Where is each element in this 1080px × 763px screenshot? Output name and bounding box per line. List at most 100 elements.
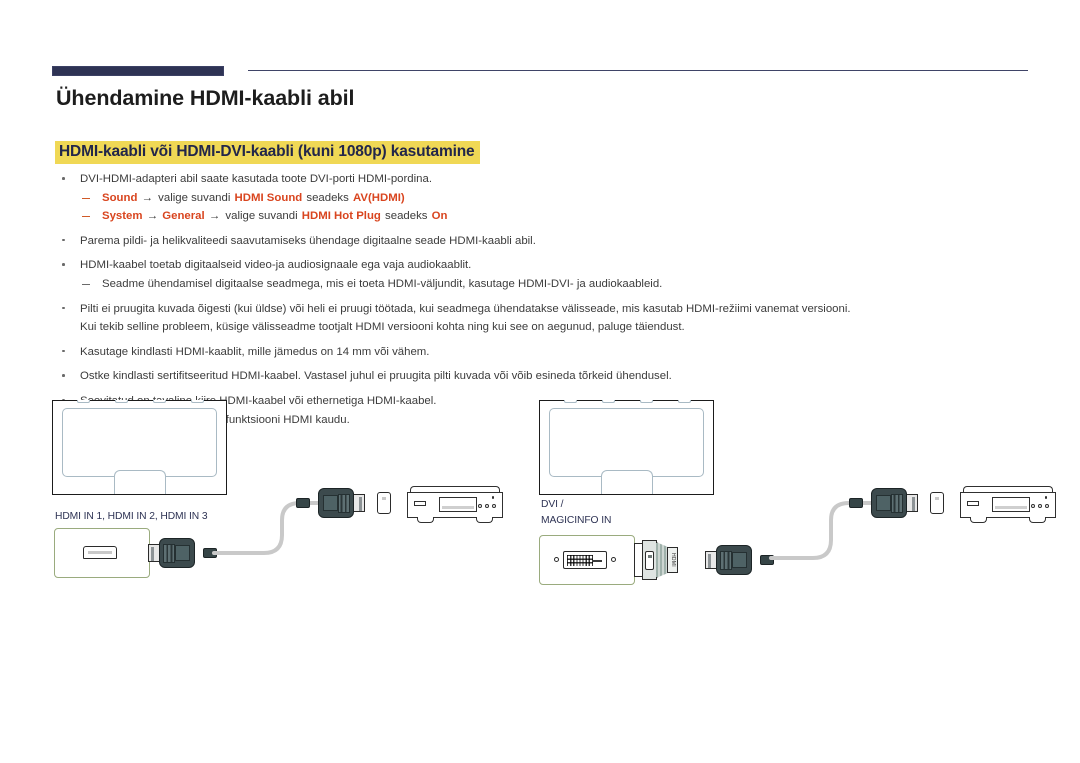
media-player-left <box>407 486 503 524</box>
plug-pad <box>175 545 190 561</box>
port-label-hdmi-in: HDMI IN 1, HDMI IN 2, HDMI IN 3 <box>55 511 208 522</box>
player-display <box>414 501 426 506</box>
bullet-dash-icon <box>82 216 90 218</box>
dvi-socket-body <box>563 551 607 569</box>
monitor-notch <box>564 400 577 403</box>
monitor-panel <box>62 408 217 477</box>
plug-ridges <box>163 544 175 563</box>
hdmi-female-socket-device-right <box>930 492 944 514</box>
player-disc-tray <box>439 497 477 512</box>
plug-shell <box>871 488 907 518</box>
adapter-hdmi-label: HDMI <box>669 553 676 567</box>
player-foot <box>476 517 493 523</box>
inline-text: → <box>138 191 157 204</box>
plug-pad <box>876 495 891 511</box>
list-item: Ostke kindlasti sertifitseeritud HDMI-ka… <box>56 369 1016 385</box>
monitor-back-left <box>52 400 227 495</box>
list-item-text: Ostke kindlasti sertifitseeritud HDMI-ka… <box>80 370 672 383</box>
hdmi-plug-adapter-end <box>705 545 774 575</box>
monitor-notch <box>153 400 166 403</box>
media-player-right <box>960 486 1056 524</box>
list-item-text: Pilti ei pruugita kuvada õigesti (kui ül… <box>80 302 851 315</box>
bullet-dash-icon <box>82 283 90 286</box>
monitor-stand <box>113 470 166 494</box>
bullet-dot-icon <box>62 238 65 242</box>
menu-path-token: General <box>162 210 205 223</box>
sub-list-item: System → General → valige suvandi HDMI H… <box>56 209 1016 225</box>
list-item: Kasutage kindlasti HDMI-kaablit, mille j… <box>56 345 1016 361</box>
dvi-female-socket <box>554 551 616 569</box>
player-buttons <box>478 504 496 508</box>
player-led <box>491 496 494 499</box>
bullet-dash-icon <box>82 197 90 199</box>
sub-list-item: Seadme ühendamisel digitaalse seadmega, … <box>56 277 1016 293</box>
plug-pad <box>732 552 747 568</box>
plug-ridges <box>891 494 903 513</box>
plug-ridges <box>720 551 732 570</box>
diagram-dvi-to-hdmi: DVI / MAGICINFO IN HDMI <box>533 400 1056 590</box>
plug-pad <box>323 495 338 511</box>
inline-text: → <box>143 210 162 223</box>
menu-path-token: On <box>431 210 448 223</box>
list-item: Parema pildi- ja helikvaliteedi saavutam… <box>56 234 1016 250</box>
list-item-text: Kasutage kindlasti HDMI-kaablit, mille j… <box>80 345 430 358</box>
monitor-notch <box>602 400 615 403</box>
instruction-list: DVI-HDMI-adapteri abil saate kasutada to… <box>56 172 1016 431</box>
hdmi-plug-device-end-right <box>849 488 918 518</box>
inline-text: valige suvandi <box>158 191 234 204</box>
adapter-socket <box>645 551 654 570</box>
diagram-hdmi-to-hdmi: HDMI IN 1, HDMI IN 2, HDMI IN 3 <box>52 400 522 590</box>
plug-ridges <box>338 494 350 513</box>
sub-list-item-text: System → General → valige suvandi HDMI H… <box>102 210 447 222</box>
header-bar-line <box>248 70 1028 72</box>
monitor-notch <box>191 400 204 403</box>
player-foot <box>417 517 434 523</box>
section-title: HDMI-kaabli või HDMI-DVI-kaabli (kuni 10… <box>55 141 480 164</box>
hdmi-plug-monitor-end <box>148 538 217 568</box>
hdmi-female-socket-monitor <box>83 546 117 559</box>
monitor-panel <box>549 408 704 477</box>
monitor-notch <box>115 400 128 403</box>
list-item: HDMI-kaabel toetab digitaalseid video-ja… <box>56 258 1016 274</box>
inline-text: valige suvandi <box>225 210 301 223</box>
list-item-text: HDMI-kaabel toetab digitaalseid video-ja… <box>80 259 472 272</box>
menu-path-token: HDMI Hot Plug <box>301 210 381 223</box>
port-label-dvi-line1: DVI / <box>541 499 564 510</box>
player-disc-tray <box>992 497 1030 512</box>
monitor-notch <box>678 400 691 403</box>
sub-list-item-text: Seadme ühendamisel digitaalse seadmega, … <box>102 277 663 290</box>
dvi-pin-grid <box>567 555 593 566</box>
menu-path-token: AV(HDMI) <box>353 191 405 204</box>
monitor-notch <box>77 400 90 403</box>
player-foot <box>970 517 987 523</box>
player-display <box>967 501 979 506</box>
adapter-flange <box>642 540 657 580</box>
list-item-text: DVI-HDMI-adapteri abil saate kasutada to… <box>80 173 432 185</box>
hdmi-female-socket-device <box>377 492 391 514</box>
sub-list-item-text: Sound → valige suvandi HDMI Sound seadek… <box>102 192 405 204</box>
monitor-back-right <box>539 400 714 495</box>
plug-shell <box>159 538 195 568</box>
player-body <box>960 492 1056 518</box>
menu-path-token: HDMI Sound <box>234 191 303 204</box>
dvi-screw <box>611 557 616 562</box>
monitor-stand <box>600 470 653 494</box>
plug-shell <box>716 545 752 575</box>
bullet-dot-icon <box>62 263 65 266</box>
bullet-dot-icon <box>62 374 65 377</box>
player-buttons <box>1031 504 1049 508</box>
list-item-text: Parema pildi- ja helikvaliteedi saavutam… <box>80 234 536 247</box>
inline-text: seadeks <box>381 210 431 223</box>
player-foot <box>1029 517 1046 523</box>
port-label-magicinfo-line2: MAGICINFO IN <box>541 515 612 526</box>
dvi-screw <box>554 557 559 562</box>
list-item-continuation: Kui tekib selline probleem, küsige välis… <box>80 321 685 334</box>
plug-strain-relief <box>296 498 310 508</box>
dvi-to-hdmi-adapter: HDMI <box>634 540 678 580</box>
plug-shell <box>318 488 354 518</box>
plug-strain-relief <box>849 498 863 508</box>
inline-text: seadeks <box>303 191 352 204</box>
bullet-dot-icon <box>62 177 65 180</box>
monitor-notch <box>640 400 653 403</box>
player-led <box>1044 496 1047 499</box>
